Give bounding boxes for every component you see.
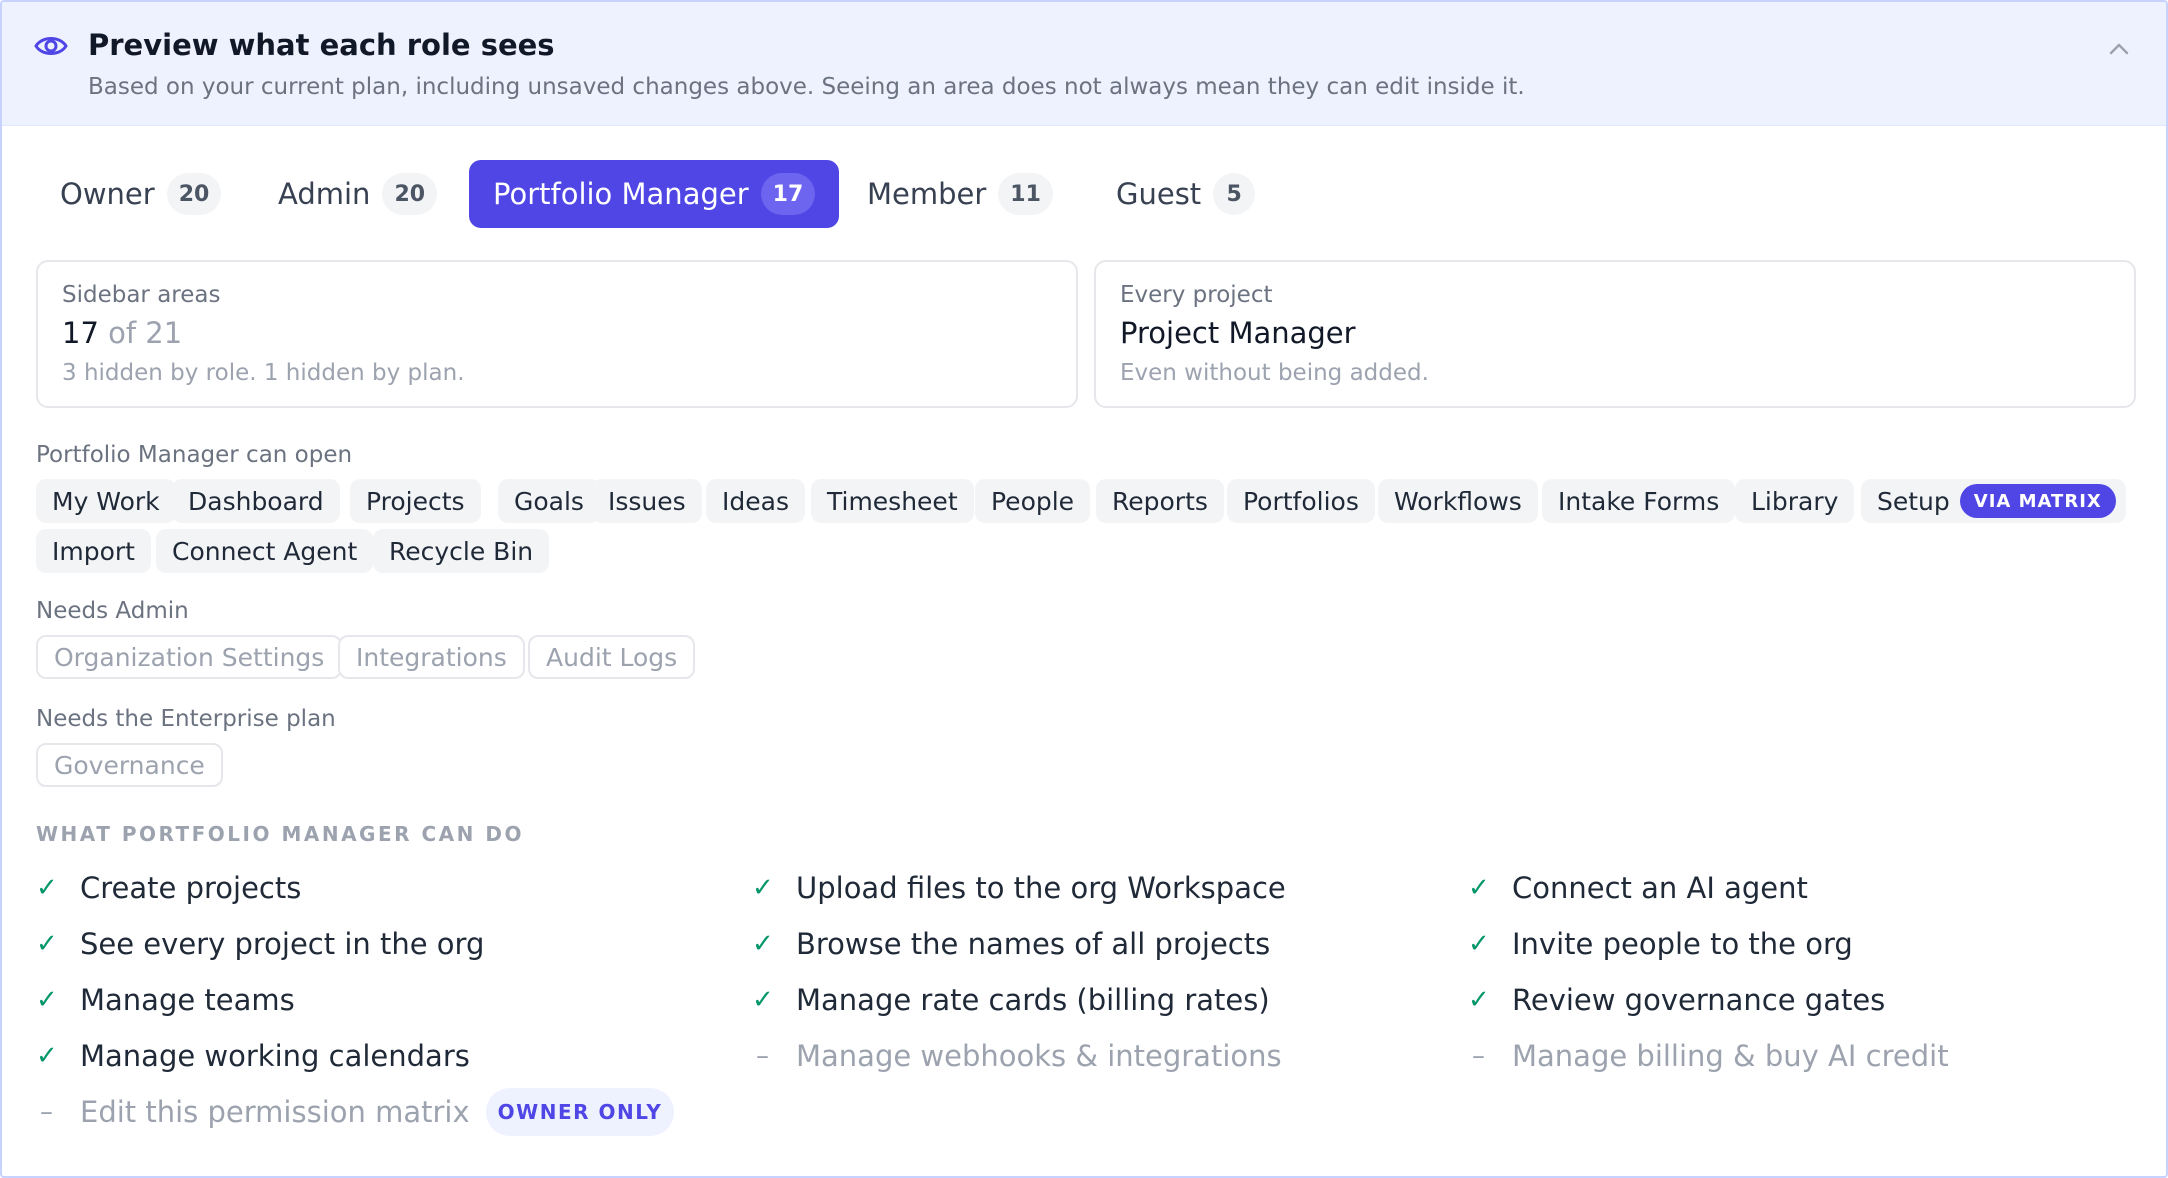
area-chip[interactable]: Recycle Bin (373, 529, 550, 573)
dash-icon: – (1472, 1041, 1485, 1071)
sidebar-areas-label: Sidebar areas (62, 282, 221, 308)
locked-area-chip: Audit Logs (528, 635, 696, 679)
permission-item-denied: – Manage webhooks & integrations (752, 1036, 1282, 1076)
dash-icon: – (40, 1097, 53, 1127)
eye-icon (34, 37, 68, 55)
area-chip[interactable]: Connect Agent (156, 529, 374, 573)
tab-label: Guest (1116, 177, 1202, 211)
area-chip[interactable]: Goals (498, 479, 600, 523)
preview-title: Preview what each role sees (88, 28, 555, 62)
permission-item: ✓ See every project in the org (36, 924, 484, 964)
permission-text: Manage working calendars (80, 1039, 470, 1073)
area-chip[interactable]: People (975, 479, 1091, 523)
needs-enterprise-label: Needs the Enterprise plan (36, 706, 336, 732)
permission-text: Create projects (80, 871, 302, 905)
permission-item: ✓ Review governance gates (1468, 980, 1885, 1020)
area-chip[interactable]: My Work (36, 479, 176, 523)
permission-item-denied: – Edit this permission matrix OWNER ONLY (36, 1088, 675, 1136)
area-chip[interactable]: Reports (1096, 479, 1224, 523)
permission-item-denied: – Manage billing & buy AI credit (1468, 1036, 1949, 1076)
area-chip-setup[interactable]: Setup VIA MATRIX (1861, 479, 2126, 523)
permission-item: ✓ Invite people to the org (1468, 924, 1853, 964)
tab-guest[interactable]: Guest 5 (1092, 160, 1279, 228)
sidebar-areas-count: 17 of 21 (62, 316, 182, 350)
tab-owner[interactable]: Owner 20 (36, 160, 245, 228)
permission-text: See every project in the org (80, 927, 485, 961)
locked-area-chip: Integrations (338, 635, 525, 679)
every-project-note: Even without being added. (1120, 360, 1429, 386)
can-do-title: WHAT PORTFOLIO MANAGER CAN DO (36, 822, 524, 846)
role-preview-panel: Preview what each role sees Based on you… (0, 0, 2168, 1178)
area-chip[interactable]: Workflows (1378, 479, 1538, 523)
tab-count-badge: 11 (998, 173, 1053, 215)
permission-text: Browse the names of all projects (796, 927, 1271, 961)
permission-item: ✓ Manage rate cards (billing rates) (752, 980, 1270, 1020)
permission-item: ✓ Connect an AI agent (1468, 868, 1808, 908)
permission-text: Review governance gates (1512, 983, 1886, 1017)
permission-text: Manage teams (80, 983, 295, 1017)
dash-icon: – (756, 1041, 769, 1071)
permission-item: ✓ Create projects (36, 868, 301, 908)
check-icon: ✓ (752, 985, 774, 1015)
area-chip[interactable]: Projects (350, 479, 481, 523)
every-project-role: Project Manager (1120, 316, 1356, 350)
permission-text: Manage billing & buy AI credit (1512, 1039, 1949, 1073)
check-icon: ✓ (752, 873, 774, 903)
area-chip[interactable]: Ideas (706, 479, 805, 523)
tab-admin[interactable]: Admin 20 (254, 160, 461, 228)
check-icon: ✓ (36, 873, 58, 903)
via-matrix-badge: VIA MATRIX (1959, 484, 2116, 518)
owner-only-badge: OWNER ONLY (485, 1088, 675, 1136)
tab-count-badge: 17 (760, 173, 816, 215)
preview-header[interactable]: Preview what each role sees Based on you… (2, 2, 2166, 126)
check-icon: ✓ (1468, 873, 1490, 903)
area-chip[interactable]: Timesheet (811, 479, 974, 523)
tab-count-badge: 20 (382, 173, 438, 215)
check-icon: ✓ (36, 1041, 58, 1071)
permission-text: Invite people to the org (1512, 927, 1853, 961)
permission-text: Connect an AI agent (1512, 871, 1808, 905)
permission-item: ✓ Upload files to the org Workspace (752, 868, 1286, 908)
needs-admin-label: Needs Admin (36, 598, 189, 624)
sidebar-areas-total: of 21 (108, 316, 183, 350)
tab-member[interactable]: Member 11 (843, 160, 1077, 228)
area-chip[interactable]: Portfolios (1227, 479, 1375, 523)
tab-label: Member (867, 177, 987, 211)
check-icon: ✓ (1468, 985, 1490, 1015)
tab-count-badge: 5 (1213, 173, 1256, 215)
permission-text: Upload files to the org Workspace (796, 871, 1286, 905)
tab-label: Owner (60, 177, 155, 211)
check-icon: ✓ (36, 929, 58, 959)
check-icon: ✓ (752, 929, 774, 959)
chevron-up-icon[interactable] (2108, 40, 2130, 56)
permission-item: ✓ Manage working calendars (36, 1036, 470, 1076)
permission-item: ✓ Browse the names of all projects (752, 924, 1270, 964)
every-project-label: Every project (1120, 282, 1273, 308)
tab-label: Portfolio Manager (493, 177, 749, 211)
check-icon: ✓ (1468, 929, 1490, 959)
preview-subtitle: Based on your current plan, including un… (88, 74, 1525, 100)
every-project-card: Every project Project Manager Even witho… (1094, 260, 2136, 408)
sidebar-areas-value: 17 (62, 316, 99, 350)
area-chip[interactable]: Dashboard (172, 479, 340, 523)
permission-text: Manage webhooks & integrations (796, 1039, 1282, 1073)
area-chip-label: Setup (1877, 486, 1950, 516)
area-chip[interactable]: Library (1735, 479, 1855, 523)
locked-area-chip: Governance (36, 743, 223, 787)
can-open-label: Portfolio Manager can open (36, 442, 353, 468)
area-chip[interactable]: Intake Forms (1542, 479, 1736, 523)
permission-item: ✓ Manage teams (36, 980, 295, 1020)
area-chip[interactable]: Import (36, 529, 151, 573)
check-icon: ✓ (36, 985, 58, 1015)
tab-count-badge: 20 (166, 173, 222, 215)
tab-portfolio-manager[interactable]: Portfolio Manager 17 (469, 160, 840, 228)
sidebar-areas-card: Sidebar areas 17 of 21 3 hidden by role.… (36, 260, 1078, 408)
permission-text: Edit this permission matrix (80, 1095, 470, 1129)
area-chip[interactable]: Issues (592, 479, 702, 523)
sidebar-areas-note: 3 hidden by role. 1 hidden by plan. (62, 360, 465, 386)
permission-text: Manage rate cards (billing rates) (796, 983, 1270, 1017)
locked-area-chip: Organization Settings (36, 635, 343, 679)
tab-label: Admin (278, 177, 371, 211)
